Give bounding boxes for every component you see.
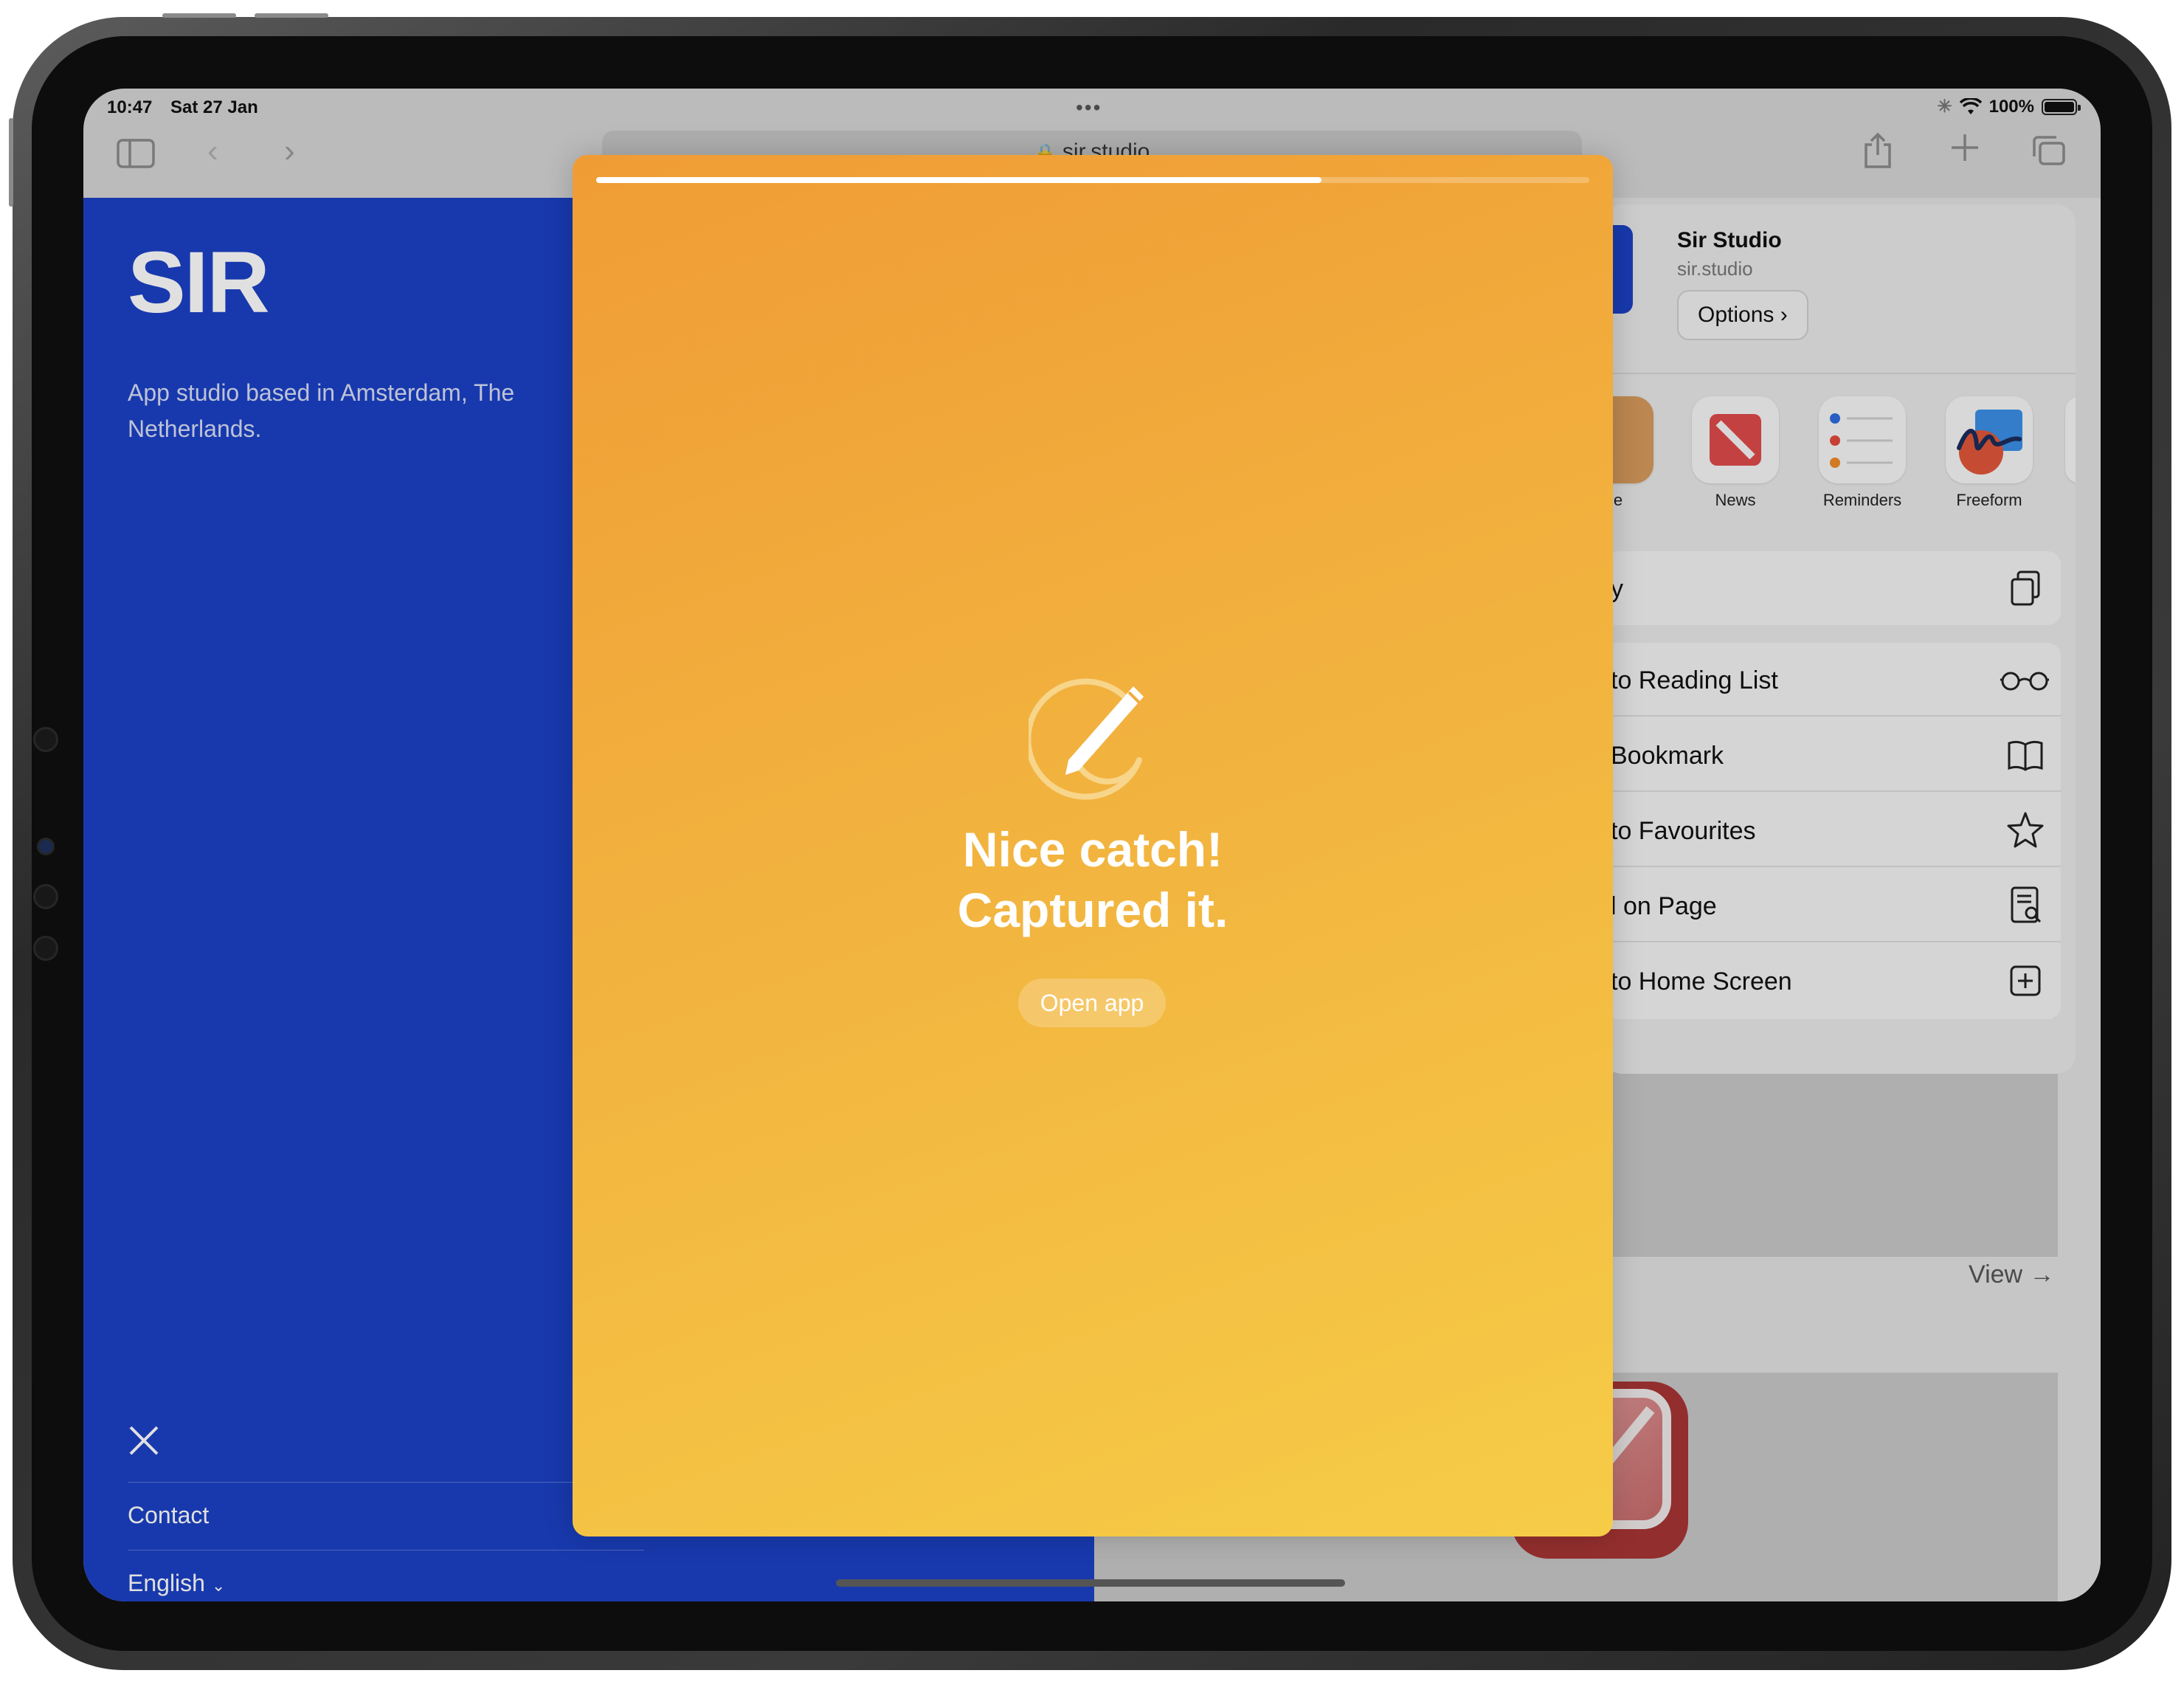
open-app-button[interactable]: Open app [1018, 979, 1166, 1027]
sensor-dot [33, 727, 58, 752]
capture-overlay: Nice catch! Captured it. Open app [573, 155, 1613, 1536]
volume-button [255, 13, 328, 18]
front-camera [37, 838, 55, 855]
sensor-dot [33, 884, 58, 909]
power-button [9, 118, 13, 207]
progress-fill [596, 177, 1321, 183]
sensor-dot [33, 936, 58, 961]
headline-line-2: Captured it. [957, 883, 1228, 937]
screen: View → SIR App studio based in Amsterdam… [83, 89, 2101, 1601]
capture-headline: Nice catch! Captured it. [573, 819, 1613, 940]
progress-track [596, 177, 1589, 183]
volume-button [162, 13, 236, 18]
headline-line-1: Nice catch! [962, 822, 1223, 877]
home-indicator[interactable] [836, 1579, 1345, 1587]
capture-pencil-icon [1029, 678, 1144, 800]
